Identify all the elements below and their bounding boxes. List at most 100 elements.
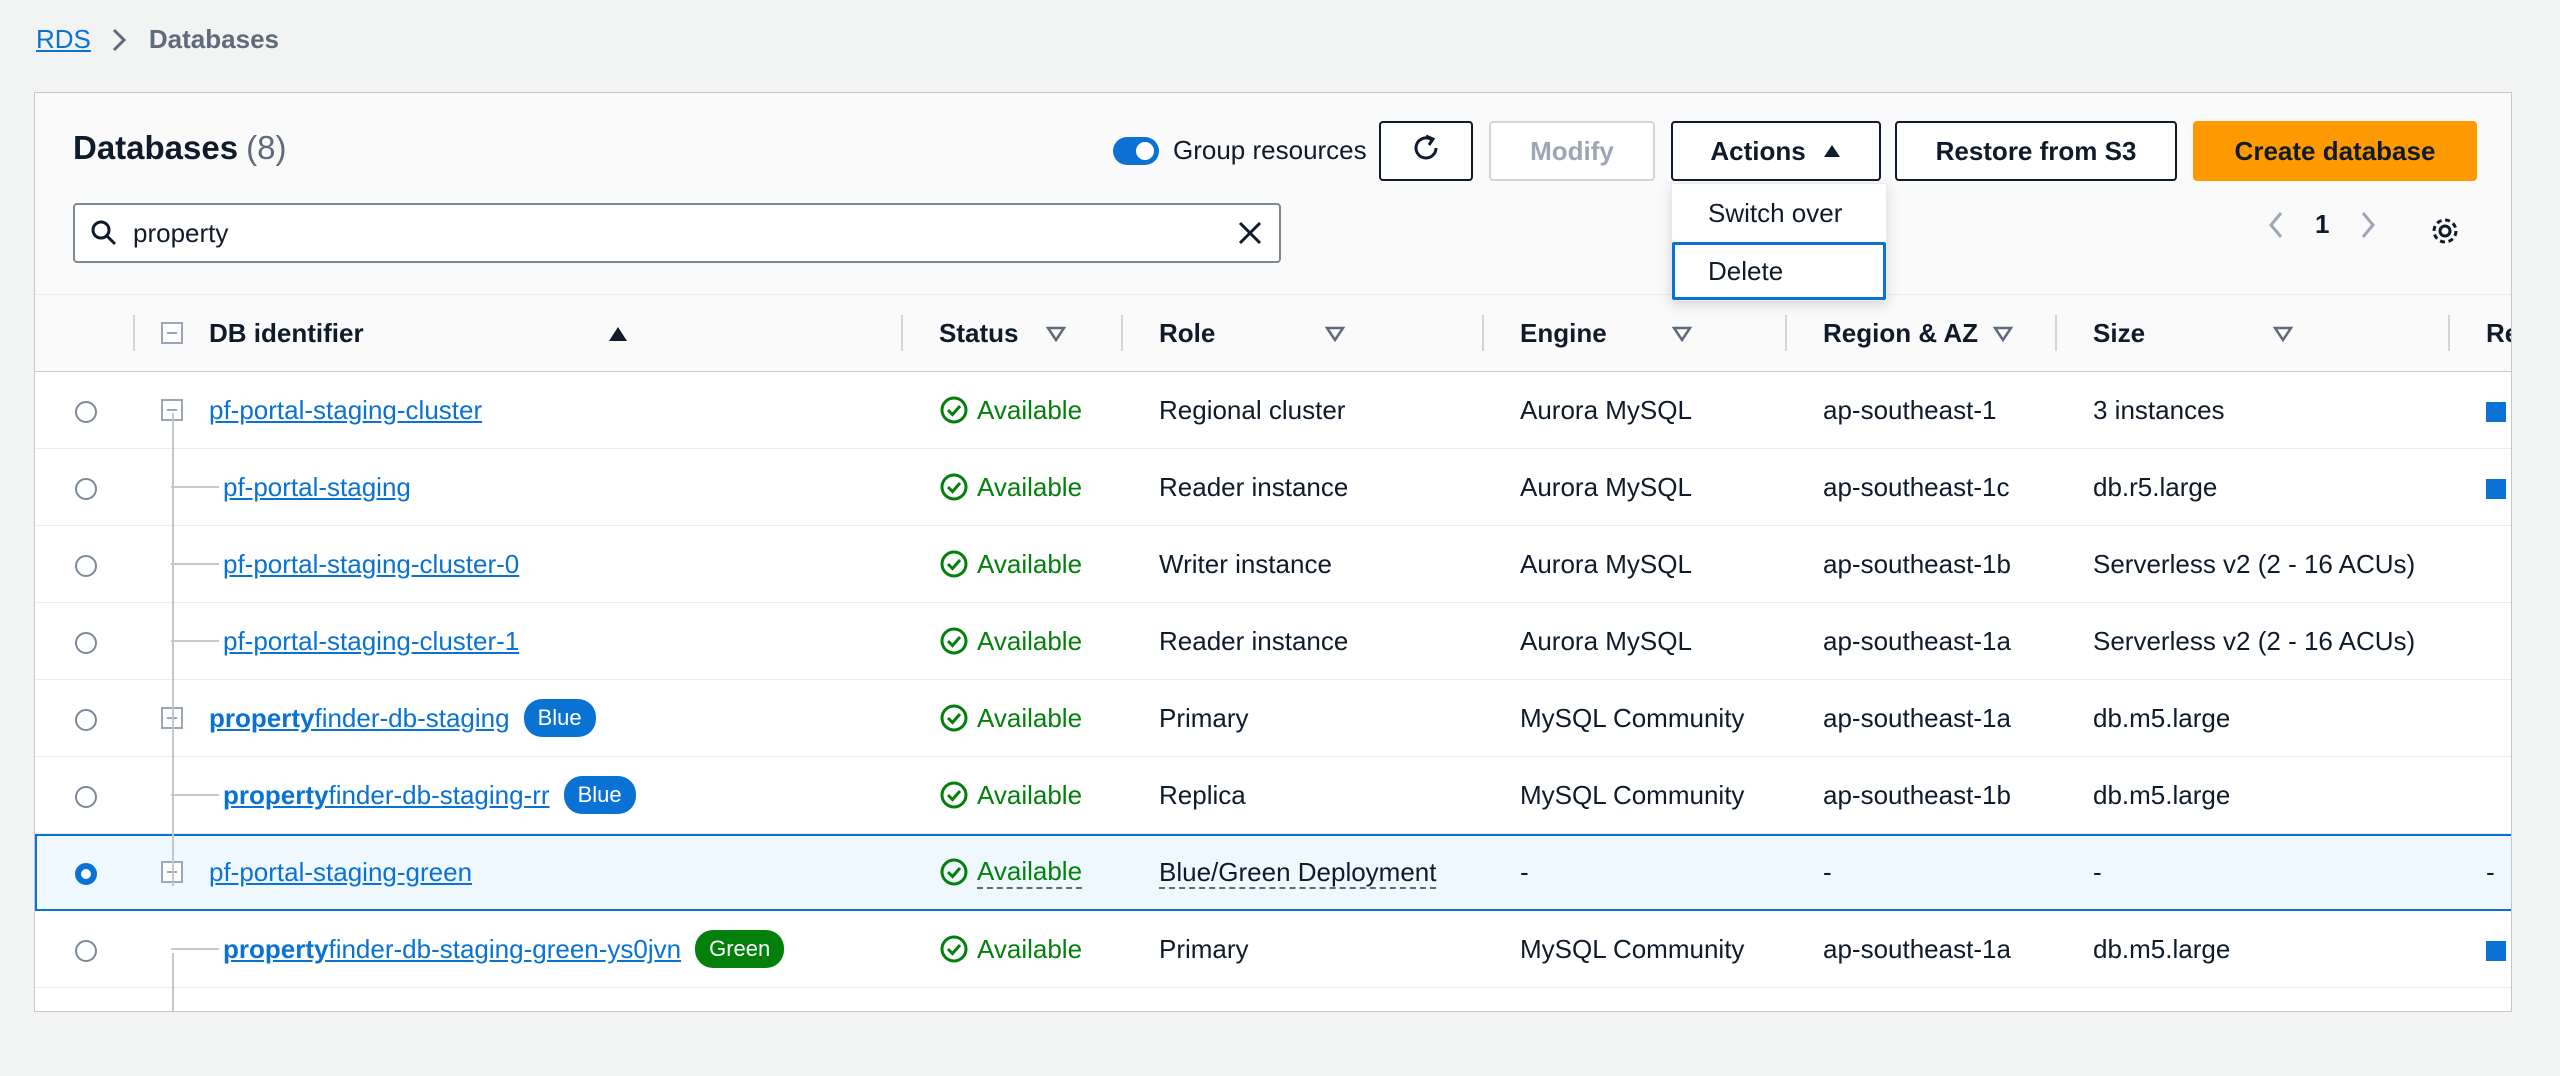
role-cell: Regional cluster (1159, 394, 1346, 425)
status-cell: Available (903, 856, 1123, 889)
size-cell: db.m5.large (2093, 933, 2231, 964)
breadcrumb-current: Databases (148, 24, 279, 54)
sort-icon[interactable] (2272, 318, 2293, 349)
check-circle-icon (939, 395, 969, 425)
size-cell: db.m5.large (2093, 779, 2231, 810)
recommendation-icon (2486, 401, 2506, 422)
column-header-region-az[interactable]: Region & AZ (1787, 295, 2057, 372)
role-cell: Replica (1159, 779, 1246, 810)
table-row[interactable]: propertyfinder-db-staging Blue Available … (35, 680, 2511, 757)
next-page-icon[interactable] (2353, 210, 2383, 240)
blue-badge: Blue (523, 699, 596, 737)
row-radio[interactable] (75, 785, 97, 808)
engine-cell: Aurora MySQL (1520, 625, 1692, 656)
role-cell: Writer instance (1159, 548, 1332, 579)
engine-cell: Aurora MySQL (1520, 471, 1692, 502)
search-input[interactable] (133, 217, 1235, 249)
menu-item-delete[interactable]: Delete (1672, 242, 1886, 300)
table-row[interactable]: pf-portal-staging-cluster-0 Available Wr… (35, 526, 2511, 603)
db-identifier-link[interactable]: pf-portal-staging-cluster (209, 395, 482, 426)
sort-icon[interactable] (1992, 318, 2013, 349)
check-circle-icon (939, 703, 969, 733)
check-circle-icon (939, 934, 969, 964)
column-header-engine[interactable]: Engine (1484, 295, 1787, 372)
tree-connector (172, 413, 174, 730)
status-cell: Available (903, 780, 1123, 811)
column-header-db-identifier[interactable]: DB identifier (135, 295, 903, 372)
search-icon (89, 218, 119, 248)
role-cell[interactable]: Blue/Green Deployment (1123, 856, 1484, 889)
create-database-button[interactable]: Create database (2193, 121, 2477, 181)
db-identifier-link[interactable]: propertyfinder-db-staging-green-ys0jvn (223, 934, 681, 965)
check-circle-icon (939, 857, 969, 887)
db-identifier-link[interactable]: propertyfinder-db-staging (209, 703, 510, 734)
role-cell: Reader instance (1159, 471, 1349, 502)
row-radio[interactable] (75, 400, 97, 423)
tree-connector (172, 725, 174, 886)
collapse-all-icon[interactable] (161, 322, 183, 344)
page-title: Databases (8) (73, 129, 286, 167)
group-resources-toggle[interactable]: Group resources (1113, 135, 1367, 166)
tree-connector (172, 953, 174, 1011)
sort-icon[interactable] (1671, 318, 1693, 349)
actions-label: Actions (1710, 135, 1806, 166)
size-cell: Serverless v2 (2 - 16 ACUs) (2093, 625, 2416, 656)
actions-menu: Switch over Delete (1671, 183, 1887, 301)
sort-icon[interactable] (1045, 318, 1067, 349)
db-identifier-link[interactable]: pf-portal-staging-cluster-1 (223, 626, 519, 657)
engine-cell: Aurora MySQL (1520, 548, 1692, 579)
size-cell: db.m5.large (2093, 702, 2231, 733)
blue-badge: Blue (563, 776, 636, 814)
region-cell: ap-southeast-1b (1823, 548, 2011, 579)
size-cell: Serverless v2 (2 - 16 ACUs) (2093, 548, 2416, 579)
gear-icon[interactable] (2429, 215, 2461, 247)
page-title-text: Databases (73, 129, 239, 166)
db-identifier-link[interactable]: pf-portal-staging-green (209, 857, 472, 888)
column-header-role[interactable]: Role (1123, 295, 1484, 372)
modify-button[interactable]: Modify (1489, 121, 1655, 181)
clear-icon[interactable] (1235, 218, 1265, 248)
table-row[interactable]: pf-portal-staging-cluster Available Regi… (35, 372, 2511, 449)
status-cell: Available (903, 472, 1123, 503)
size-cell: - (2093, 856, 2102, 887)
table-row[interactable]: propertyfinder-db-staging-green-ys0jvn Gr… (35, 911, 2511, 988)
search-field[interactable] (73, 203, 1281, 263)
sort-icon[interactable] (1324, 318, 1346, 349)
status-cell: Available (903, 395, 1123, 426)
sort-ascending-icon[interactable] (608, 318, 628, 349)
row-radio[interactable] (75, 554, 97, 577)
size-cell: db.r5.large (2093, 471, 2218, 502)
db-identifier-link[interactable]: pf-portal-staging-cluster-0 (223, 549, 519, 580)
engine-cell: MySQL Community (1520, 779, 1745, 810)
toggle-switch[interactable] (1113, 136, 1159, 165)
row-radio-selected[interactable] (75, 862, 97, 885)
row-radio[interactable] (75, 708, 97, 731)
column-header-size[interactable]: Size (2057, 295, 2450, 372)
recommendation-cell: - (2486, 856, 2495, 887)
current-page[interactable]: 1 (2315, 209, 2329, 240)
column-header-status[interactable]: Status (903, 295, 1123, 372)
restore-from-s3-button[interactable]: Restore from S3 (1895, 121, 2177, 181)
prev-page-icon[interactable] (2261, 210, 2291, 240)
table-row[interactable]: pf-portal-staging Available Reader insta… (35, 449, 2511, 526)
region-cell: ap-southeast-1b (1823, 779, 2011, 810)
table-row[interactable]: propertyfinder-db-staging-rr Blue Availab… (35, 757, 2511, 834)
row-radio[interactable] (75, 939, 97, 962)
refresh-button[interactable] (1379, 121, 1473, 181)
menu-item-switch-over[interactable]: Switch over (1672, 184, 1886, 242)
column-header-recommendations[interactable]: Reco (2450, 295, 2511, 372)
status-cell: Available (903, 549, 1123, 580)
breadcrumb-rds-link[interactable]: RDS (36, 24, 91, 55)
row-radio[interactable] (75, 477, 97, 500)
table-row[interactable]: pf-portal-staging-cluster-1 Available Re… (35, 603, 2511, 680)
engine-cell: - (1520, 856, 1529, 887)
databases-panel: Databases (8) Group resources Modify Acti… (34, 92, 2512, 1012)
table-row-selected[interactable]: pf-portal-staging-green Available Blue/G… (35, 833, 2511, 911)
db-identifier-link[interactable]: propertyfinder-db-staging-rr (223, 780, 550, 811)
region-cell: - (1823, 856, 1832, 887)
db-identifier-link[interactable]: pf-portal-staging (223, 472, 411, 503)
row-radio[interactable] (75, 631, 97, 654)
region-cell: ap-southeast-1a (1823, 933, 2011, 964)
green-badge: Green (695, 930, 785, 968)
actions-button[interactable]: Actions (1671, 121, 1881, 181)
